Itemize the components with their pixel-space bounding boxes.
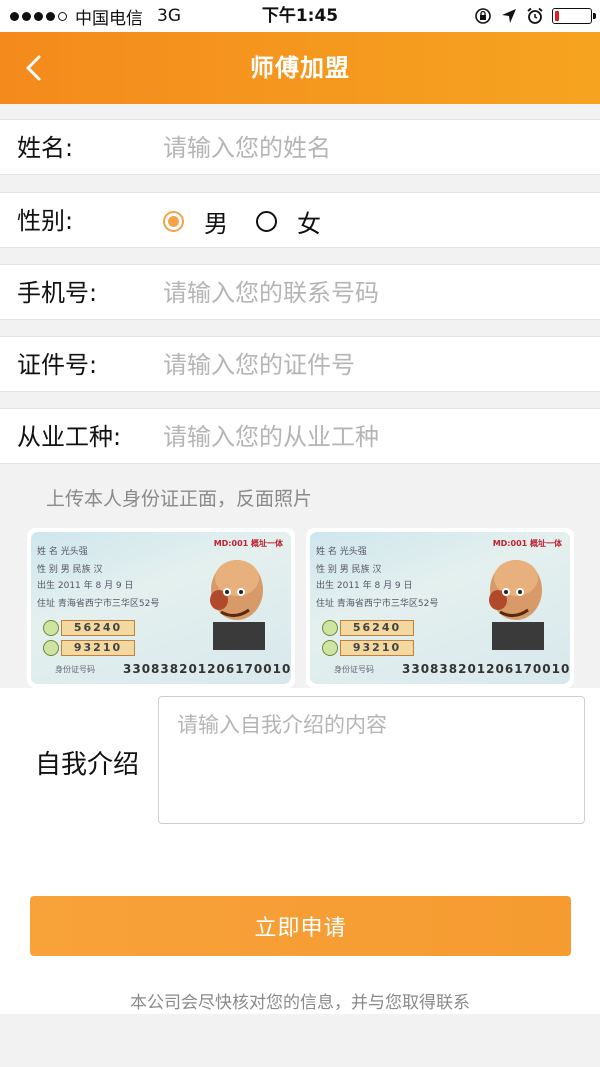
id-card-sex-line: 性 别 男 民族 汉 [316,565,382,575]
rotation-lock-icon [474,7,492,25]
id-card-birth-line: 出生 2011 年 8 月 9 日 [37,581,134,591]
id-card-number-label: 身份证号码 [55,665,95,674]
upload-title: 上传本人身份证正面，反面照片 [46,488,313,510]
intro-label: 自我介绍 [35,750,140,780]
gender-male-radio[interactable] [163,210,184,232]
id-number-row: 证件号: [0,336,600,392]
gender-female-radio[interactable] [256,210,277,232]
id-card-number: 330838201206170010 [402,662,570,676]
nav-bar: 师傅加盟 [0,32,600,104]
id-card-birth-line: 出生 2011 年 8 月 9 日 [316,581,413,591]
id-card-name-line: 姓 名 光头强 [316,547,367,557]
gender-female-label[interactable]: 女 [297,204,321,239]
id-card-back-upload[interactable]: 姓 名 光头强 性 别 男 民族 汉 出生 2011 年 8 月 9 日 住址 … [306,528,574,688]
phone-row: 手机号: [0,264,600,320]
status-bar: 中国电信 3G 下午1:45 [0,0,600,32]
phone-label: 手机号: [17,279,98,307]
status-right [474,0,596,32]
gender-male-label[interactable]: 男 [204,204,228,239]
gender-label: 性别: [17,207,74,235]
name-label: 姓名: [17,134,74,162]
id-card-number: 330838201206170010 [123,662,291,676]
id-card-code-2: 93210 [61,640,135,656]
id-card-tag-icon [322,640,338,656]
intro-textarea[interactable] [158,696,585,824]
apply-button[interactable]: 立即申请 [30,896,571,956]
id-card-tag-icon [322,620,338,636]
id-card-code-1: 56240 [61,620,135,636]
id-card-number-label: 身份证号码 [334,665,374,674]
id-card-address-line: 住址 青海省西宁市三华区52号 [316,599,439,609]
submit-area: 立即申请 本公司会尽快核对您的信息，并与您取得联系 [0,848,600,1014]
phone-input[interactable] [163,273,583,313]
id-card-stamp: MD:001 概址一体 [492,539,562,548]
id-number-label: 证件号: [17,351,98,379]
gender-row: 性别: 男 女 [0,192,600,248]
id-card-front-image: 姓 名 光头强 性 别 男 民族 汉 出生 2011 年 8 月 9 日 住址 … [31,532,291,684]
id-card-code-2: 93210 [340,640,414,656]
id-card-tag-icon [43,640,59,656]
id-card-back-image: 姓 名 光头强 性 别 男 民族 汉 出生 2011 年 8 月 9 日 住址 … [310,532,570,684]
battery-level [555,11,560,21]
occupation-label: 从业工种: [17,423,122,451]
id-number-input[interactable] [163,345,583,385]
intro-panel: 自我介绍 [0,688,600,848]
id-card-sex-line: 性 别 男 民族 汉 [37,565,103,575]
id-card-code-1: 56240 [340,620,414,636]
page-title: 师傅加盟 [250,54,350,82]
id-card-name-line: 姓 名 光头强 [37,547,88,557]
id-card-stamp: MD:001 概址一体 [213,539,283,548]
portrait-icon [489,560,544,650]
location-arrow-icon [500,7,518,25]
occupation-input[interactable] [163,417,583,457]
id-card-address-line: 住址 青海省西宁市三华区52号 [37,599,160,609]
name-row: 姓名: [0,119,600,175]
footer-note: 本公司会尽快核对您的信息，并与您取得联系 [130,993,470,1013]
alarm-icon [526,7,544,25]
occupation-row: 从业工种: [0,408,600,464]
name-input[interactable] [163,128,583,168]
battery-icon [552,8,596,24]
gender-radio-group: 男 女 [163,193,349,249]
id-card-front-upload[interactable]: 姓 名 光头强 性 别 男 民族 汉 出生 2011 年 8 月 9 日 住址 … [27,528,295,688]
id-card-tag-icon [43,620,59,636]
portrait-icon [210,560,265,650]
